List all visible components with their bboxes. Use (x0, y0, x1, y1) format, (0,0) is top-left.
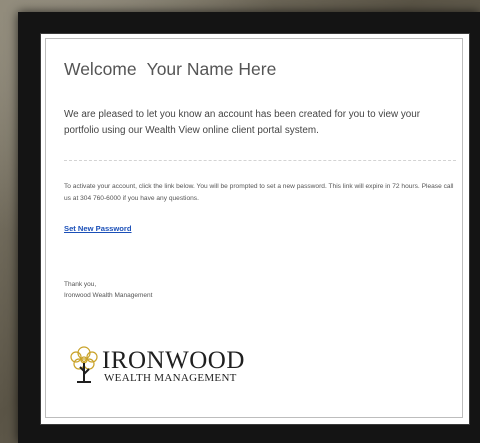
ironwood-logo: IRONWOOD WEALTH MANAGEMENT (66, 341, 266, 393)
signature-block: Thank you, Ironwood Wealth Management (64, 279, 152, 301)
activation-instructions: To activate your account, click the link… (64, 183, 454, 202)
logo-tagline: WEALTH MANAGEMENT (104, 372, 237, 384)
set-new-password-link[interactable]: Set New Password (64, 224, 132, 233)
tree-icon (70, 346, 98, 383)
intro-paragraph: We are pleased to let you know an accoun… (64, 109, 421, 136)
signature-text: Ironwood Wealth Management (64, 292, 153, 299)
email-title: Welcome Your Name Here (64, 59, 276, 80)
dashed-divider (64, 160, 456, 161)
logo-name: IRONWOOD (102, 347, 245, 374)
greeting-text: Welcome (64, 59, 137, 79)
recipient-name: Your Name Here (146, 59, 277, 79)
signoff-text: Thank you, (64, 281, 97, 288)
email-card: Welcome Your Name Here We are pleased to … (45, 38, 463, 418)
